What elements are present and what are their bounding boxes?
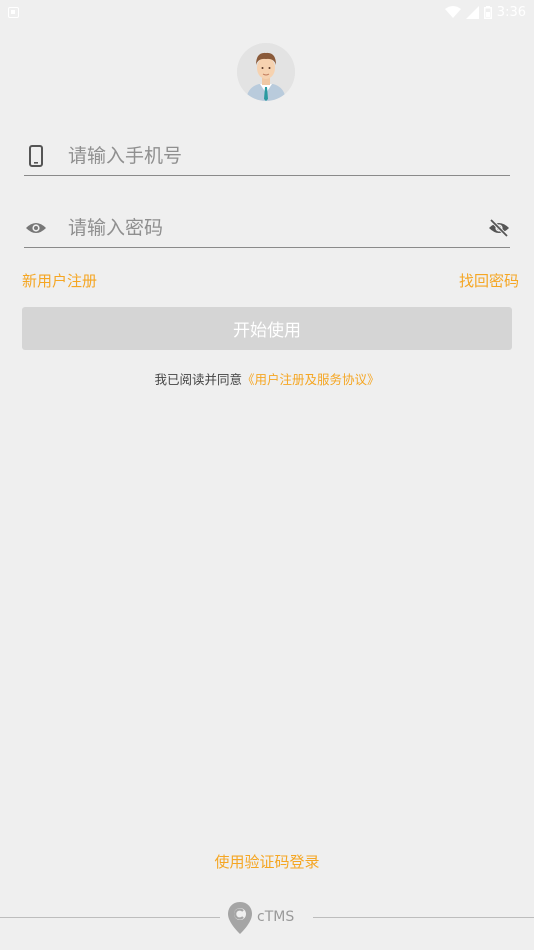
agreement-prefix: 我已阅读并同意	[154, 372, 242, 387]
battery-icon	[483, 5, 492, 19]
status-icons: 3:36	[444, 4, 526, 20]
logo-text: cTMS	[257, 909, 295, 925]
status-time: 3:36	[496, 4, 526, 20]
agreement-link[interactable]: 《用户注册及服务协议》	[242, 372, 380, 387]
start-button[interactable]: 开始使用	[22, 307, 512, 350]
phone-field	[24, 136, 510, 176]
signal-icon	[465, 5, 479, 19]
location-pin-icon	[228, 902, 252, 934]
eye-icon	[24, 221, 48, 235]
agreement-text: 我已阅读并同意《用户注册及服务协议》	[0, 369, 534, 388]
notification-icon	[8, 6, 19, 18]
forgot-password-link[interactable]: 找回密码	[459, 270, 519, 291]
status-bar: 3:36	[0, 0, 534, 24]
password-field	[24, 208, 510, 248]
password-input[interactable]	[68, 209, 480, 246]
wifi-icon	[444, 5, 461, 18]
user-avatar-icon	[237, 43, 295, 101]
register-link[interactable]: 新用户注册	[22, 270, 97, 291]
eye-off-icon[interactable]	[480, 218, 510, 237]
avatar	[237, 43, 295, 101]
footer-divider-left	[0, 917, 220, 918]
phone-input[interactable]	[68, 137, 510, 174]
footer-divider-right	[313, 917, 534, 918]
footer-logo: cTMS	[227, 900, 309, 936]
sms-login-link[interactable]: 使用验证码登录	[0, 851, 534, 872]
phone-icon	[24, 144, 48, 167]
